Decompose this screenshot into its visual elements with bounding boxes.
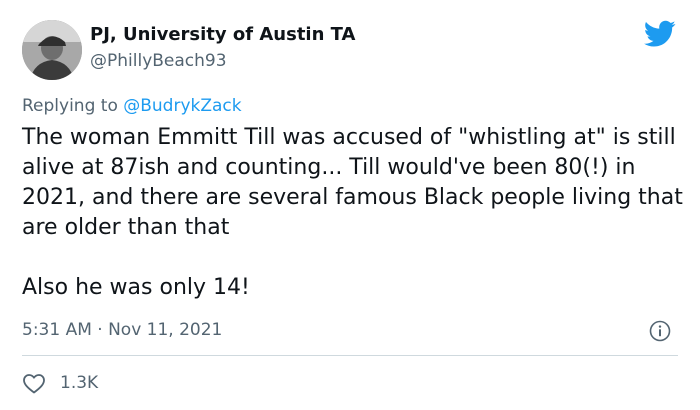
author-handle[interactable]: @PhillyBeach93 [90, 51, 227, 71]
tweet-paragraph: The woman Emmitt Till was accused of "wh… [22, 125, 683, 240]
tweet-paragraph: Also he was only 14! [22, 275, 250, 300]
avatar-photo [22, 20, 82, 80]
author-display-name[interactable]: PJ, University of Austin TA [90, 24, 356, 45]
like-count: 1.3K [60, 373, 99, 393]
avatar[interactable] [22, 20, 82, 80]
twitter-bird-icon[interactable] [644, 20, 676, 48]
divider [22, 355, 678, 356]
like-button[interactable]: 1.3K [22, 370, 98, 396]
heart-icon [23, 374, 45, 394]
replying-to-label: Replying to [22, 96, 124, 116]
tweet-text: The woman Emmitt Till was accused of "wh… [22, 123, 687, 303]
replying-to: Replying to @BudrykZack [22, 96, 242, 116]
reply-mention-link[interactable]: @BudrykZack [123, 96, 241, 116]
tweet-timestamp[interactable]: 5:31 AM · Nov 11, 2021 [22, 320, 222, 340]
info-icon[interactable] [649, 320, 671, 342]
